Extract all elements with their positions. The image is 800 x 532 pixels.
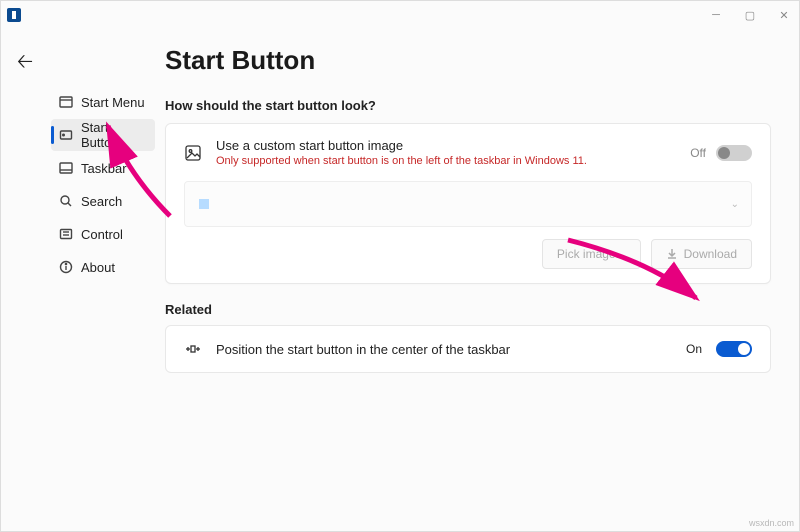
custom-image-toggle[interactable] <box>716 145 752 161</box>
chevron-down-icon: ⌄ <box>731 199 739 210</box>
search-icon <box>59 194 73 208</box>
app-icon <box>7 8 21 22</box>
image-icon <box>184 144 202 162</box>
position-icon <box>184 340 202 358</box>
related-item-label: Position the start button in the center … <box>216 342 672 357</box>
button-icon <box>59 128 73 142</box>
sidebar-item-label: Start Menu <box>81 95 145 110</box>
sidebar: Start Menu Start Button Taskbar Search C… <box>49 29 157 531</box>
image-select-box[interactable]: ⌄ <box>184 181 752 227</box>
taskbar-icon <box>59 161 73 175</box>
main-content: Start Button How should the start button… <box>157 29 799 531</box>
download-icon <box>666 248 678 260</box>
back-button[interactable]: 🡠 <box>17 47 33 531</box>
body: 🡠 Start Menu Start Button Taskbar Search <box>1 29 799 531</box>
minimize-button[interactable]: ─ <box>707 9 725 22</box>
sidebar-item-start-menu[interactable]: Start Menu <box>51 86 155 118</box>
sidebar-item-label: Start Button <box>81 120 147 150</box>
titlebar: ─ ▢ ✕ <box>1 1 799 29</box>
image-thumb <box>199 199 209 209</box>
sidebar-item-about[interactable]: About <box>51 251 155 283</box>
sidebar-item-control[interactable]: Control <box>51 218 155 250</box>
button-label: Pick image... <box>557 247 626 261</box>
toggle-off-label: Off <box>690 146 706 160</box>
option-subtext: Only supported when start button is on t… <box>216 155 676 167</box>
info-icon <box>59 260 73 274</box>
menu-icon <box>59 95 73 109</box>
pick-image-button[interactable]: Pick image... <box>542 239 641 269</box>
center-position-toggle[interactable] <box>716 341 752 357</box>
option-title: Use a custom start button image <box>216 138 676 153</box>
sidebar-item-label: Search <box>81 194 122 209</box>
button-label: Download <box>684 247 737 261</box>
sidebar-item-start-button[interactable]: Start Button <box>51 119 155 151</box>
watermark: wsxdn.com <box>749 518 794 528</box>
custom-image-card: Use a custom start button image Only sup… <box>165 123 771 284</box>
page-title: Start Button <box>165 45 771 76</box>
close-button[interactable]: ✕ <box>775 9 793 22</box>
app-window: ─ ▢ ✕ 🡠 Start Menu Start Button Taskbar <box>0 0 800 532</box>
related-card: Position the start button in the center … <box>165 325 771 373</box>
control-icon <box>59 227 73 241</box>
sidebar-item-label: Taskbar <box>81 161 127 176</box>
related-heading: Related <box>165 302 771 317</box>
download-button[interactable]: Download <box>651 239 752 269</box>
sidebar-item-label: Control <box>81 227 123 242</box>
sidebar-item-taskbar[interactable]: Taskbar <box>51 152 155 184</box>
toggle-on-label: On <box>686 342 702 356</box>
section-heading: How should the start button look? <box>165 98 771 113</box>
sidebar-item-label: About <box>81 260 115 275</box>
sidebar-item-search[interactable]: Search <box>51 185 155 217</box>
maximize-button[interactable]: ▢ <box>741 9 759 22</box>
